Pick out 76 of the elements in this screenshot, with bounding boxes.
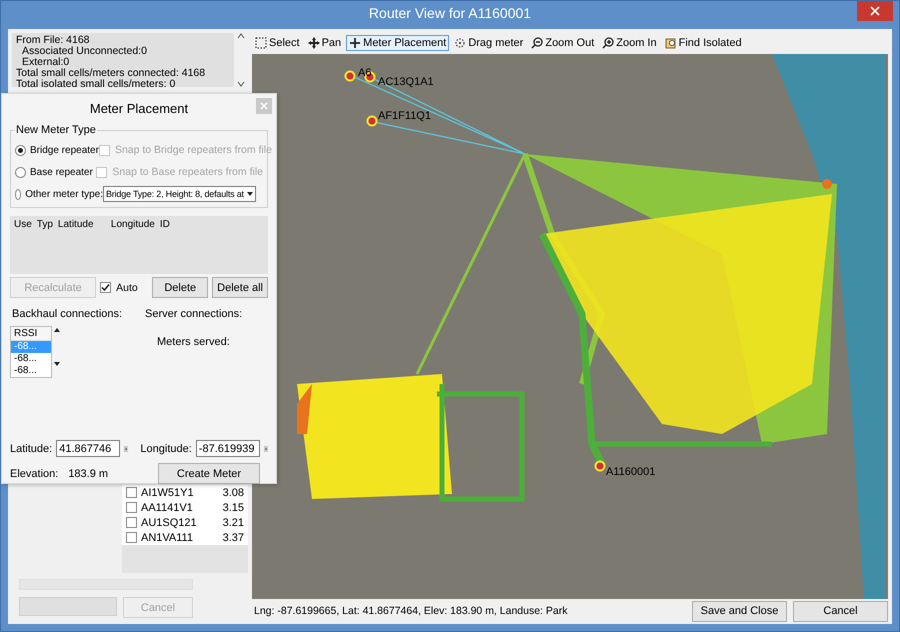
router-checkbox[interactable] (126, 502, 137, 513)
router-name: AN1VA111 (141, 532, 194, 544)
delete-all-button[interactable]: Delete all (212, 277, 268, 298)
list-item[interactable]: -68... (11, 353, 51, 365)
close-button[interactable] (857, 1, 893, 21)
info-line: From File: 4168 (16, 35, 91, 46)
zoom-out-icon (531, 37, 544, 49)
info-line: Total small cells/meters connected: 4168 (16, 68, 206, 79)
toolbar-button[interactable]: Zoom In (599, 35, 660, 51)
save-close-button[interactable]: Save and Close (692, 600, 787, 622)
radio-option[interactable]: Base repeater (15, 166, 96, 178)
info-line: Associated Unconnected:0 (21, 46, 148, 57)
router-label: AF1F11Q1 (378, 110, 431, 122)
router-checkbox[interactable] (126, 487, 137, 498)
toolbar-button[interactable]: Pan (304, 35, 344, 51)
info-line: External:0 (21, 57, 70, 68)
chevron-up-icon (237, 33, 245, 39)
delete-button[interactable]: Delete (152, 277, 208, 298)
meter-type-dropdown[interactable]: Bridge Type: 2, Height: 8, defaults at (103, 186, 256, 202)
status-text: Lng: -87.6199665, Lat: 41.8677464, Elev: 183.90 m, Landuse: Park (253, 605, 568, 617)
window-title: Router View for A1160001 (368, 5, 532, 21)
group-title: New Meter Type (15, 124, 97, 136)
selection-rectangle-icon (255, 37, 267, 49)
column-header: RSSI (11, 327, 51, 341)
column-header: Latitude (58, 219, 95, 230)
router-checkbox[interactable] (126, 532, 137, 543)
router-label: AC13Q1A1 (378, 76, 434, 88)
column-header: Use (14, 219, 32, 230)
arrow-up-icon (52, 326, 62, 334)
backhaul-label: Backhaul connections: (12, 308, 124, 320)
scrollbar[interactable] (52, 326, 62, 368)
latitude-field[interactable]: 41.867746 (56, 440, 120, 457)
toolbar-button[interactable]: Find Isolated (662, 35, 745, 51)
latitude-label: Latitude: (10, 442, 52, 454)
elevation-label: Elevation: (10, 468, 58, 480)
longitude-field[interactable]: -87.619939 (196, 440, 260, 457)
cancel-button[interactable]: Cancel (793, 600, 888, 622)
toolbar-button[interactable]: Zoom Out (528, 35, 598, 51)
radio-option[interactable]: Other meter type: (15, 188, 103, 200)
column-header: ID (160, 219, 170, 230)
longitude-label: Longitude: (140, 442, 192, 454)
move-arrows-icon (308, 37, 320, 49)
toolbar-button[interactable]: Meter Placement (346, 35, 450, 51)
chevron-down-icon (237, 81, 245, 87)
router-checkbox[interactable] (126, 517, 137, 528)
router-distance: 3.08 (222, 486, 244, 498)
router-label: A6 (358, 67, 372, 79)
create-meter-button[interactable]: Create Meter (158, 463, 260, 484)
plus-icon (349, 37, 362, 49)
dialog-title: Meter Placement (90, 100, 188, 116)
router-distance: 3.15 (222, 502, 244, 514)
toolbar-button[interactable]: Select (252, 35, 303, 51)
zoom-in-icon (602, 37, 614, 49)
close-icon (870, 6, 880, 16)
router-distance: 3.21 (222, 516, 244, 528)
radio-option[interactable]: Bridge repeater (15, 144, 99, 156)
arrow-down-icon (52, 360, 62, 368)
elevation-value: 183.9 m (68, 468, 108, 480)
router-label: A1160001 (606, 466, 656, 478)
column-header: Typ (36, 219, 53, 230)
list-item[interactable]: -68... (11, 365, 51, 377)
toolbar-button[interactable]: Drag meter (451, 35, 526, 51)
meters-served-label: Meters served: (157, 335, 230, 348)
dotted-circle-icon (454, 37, 466, 49)
close-icon (260, 102, 268, 110)
checkmark-icon (101, 283, 110, 292)
auto-checkbox[interactable]: Auto (100, 282, 148, 294)
server-label: Server connections: (145, 308, 242, 320)
router-name: AA1141V1 (141, 502, 194, 514)
dropdown-value: Bridge Type: 2, Height: 8, defaults at (105, 189, 245, 199)
router-name: AU1SQ121 (141, 516, 198, 528)
column-header: Longitude (110, 219, 155, 230)
router-distance: 3.37 (222, 532, 244, 544)
info-line: Total isolated small cells/meters: 0 (16, 79, 176, 87)
router-name: AI1W51Y1 (141, 486, 195, 498)
folder-magnifier-icon (664, 37, 677, 49)
